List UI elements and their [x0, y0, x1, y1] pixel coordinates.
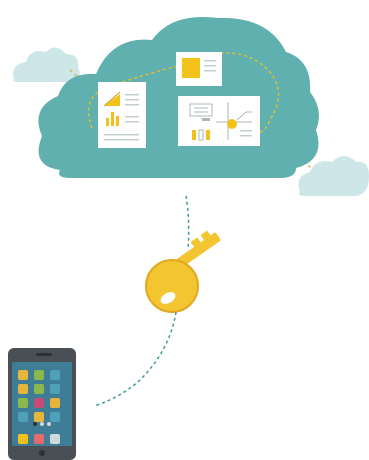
app-icon [34, 398, 44, 408]
document-icon [98, 82, 146, 148]
key-icon [145, 230, 221, 313]
app-icon [50, 370, 60, 380]
document-icon [178, 96, 260, 146]
app-icon [34, 370, 44, 380]
app-icon [18, 412, 28, 422]
app-icon [50, 412, 60, 422]
app-icon [18, 434, 28, 444]
cloud-to-key-line [185, 195, 190, 251]
app-icon [18, 384, 28, 394]
app-icon [34, 384, 44, 394]
key-to-phone-line [93, 311, 177, 407]
document-icon [176, 52, 222, 86]
app-icon [18, 398, 28, 408]
app-icon [18, 370, 28, 380]
cloud-security-illustration [8, 16, 369, 460]
app-icon [34, 434, 44, 444]
smartphone-icon [8, 348, 76, 460]
app-icon [50, 434, 60, 444]
app-icon [50, 398, 60, 408]
app-icon [34, 412, 44, 422]
small-cloud-left [13, 47, 80, 82]
app-icon [50, 384, 60, 394]
